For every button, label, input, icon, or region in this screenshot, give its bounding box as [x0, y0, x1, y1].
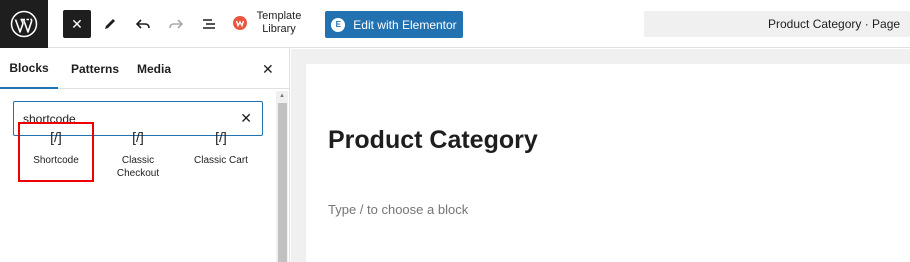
document-title: Product Category · Page	[768, 17, 901, 31]
edit-with-elementor-button[interactable]: E Edit with Elementor	[325, 11, 463, 38]
undo-button[interactable]	[129, 10, 157, 38]
template-library-label: Template Library	[256, 10, 302, 35]
close-panel-icon[interactable]: ✕	[262, 61, 274, 78]
elementor-button-label: Edit with Elementor	[353, 17, 457, 32]
list-view-button[interactable]	[195, 10, 223, 38]
scroll-up-arrow-icon[interactable]: ▲	[279, 93, 285, 99]
pen-icon	[105, 19, 115, 29]
template-library-button[interactable]: Template Library	[233, 10, 303, 36]
list-view-icon	[203, 19, 215, 29]
block-placeholder[interactable]: Type / to choose a block	[328, 202, 468, 217]
document-title-bar[interactable]: Product Category · Page	[644, 11, 910, 37]
redo-icon	[169, 19, 184, 29]
tab-patterns[interactable]: Patterns	[71, 48, 119, 89]
inserter-tabs: Blocks Patterns Media ✕	[0, 48, 290, 89]
tab-blocks[interactable]: Blocks	[0, 48, 58, 89]
post-title[interactable]: Product Category	[328, 126, 538, 155]
template-library-icon	[233, 16, 247, 30]
tools-button[interactable]	[96, 10, 124, 38]
highlight-box	[18, 122, 94, 182]
block-label: Classic Checkout	[116, 155, 160, 179]
tab-media[interactable]: Media	[137, 48, 171, 89]
close-icon: ✕	[71, 15, 83, 32]
editor-canvas	[306, 64, 910, 262]
block-classic-cart[interactable]: [/] Classic Cart	[184, 122, 258, 182]
block-classic-checkout[interactable]: [/] Classic Checkout	[101, 122, 175, 182]
shortcode-icon: [/]	[132, 129, 144, 145]
block-label: Classic Cart	[194, 155, 248, 166]
scrollbar-thumb[interactable]	[278, 103, 287, 262]
elementor-icon: E	[331, 17, 346, 32]
undo-icon	[135, 19, 150, 29]
wordpress-logo-icon[interactable]	[0, 0, 48, 48]
close-inserter-button[interactable]: ✕	[63, 10, 91, 38]
editor-top-bar: ✕ Template Library E Edit with Elementor…	[0, 0, 910, 48]
shortcode-icon: [/]	[215, 129, 227, 145]
redo-button[interactable]	[162, 10, 190, 38]
